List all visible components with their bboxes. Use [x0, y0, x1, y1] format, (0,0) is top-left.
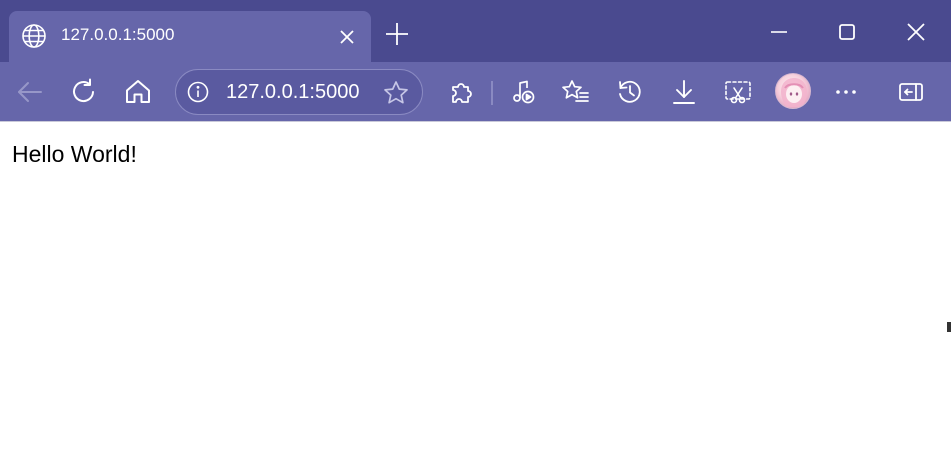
browser-tab[interactable]: 127.0.0.1:5000: [9, 11, 371, 62]
minimize-icon[interactable]: [761, 14, 797, 50]
refresh-icon[interactable]: [69, 77, 99, 107]
address-bar[interactable]: 127.0.0.1:5000: [175, 69, 423, 115]
page-text: Hello World!: [12, 141, 137, 167]
favorites-list-icon[interactable]: [561, 77, 591, 107]
tab-title: 127.0.0.1:5000: [61, 25, 175, 44]
extensions-icon[interactable]: [447, 77, 477, 107]
url-text[interactable]: 127.0.0.1:5000: [226, 81, 359, 104]
close-icon[interactable]: [335, 25, 359, 49]
toolbar-divider: [491, 81, 493, 105]
more-menu-icon[interactable]: [831, 77, 861, 107]
history-icon[interactable]: [615, 77, 645, 107]
info-icon[interactable]: [186, 80, 210, 104]
new-tab-button[interactable]: [383, 20, 411, 48]
window-close-icon[interactable]: [898, 14, 934, 50]
edge-marker: [947, 322, 951, 332]
sidebar-icon[interactable]: [896, 77, 926, 107]
title-bar: 127.0.0.1:5000: [0, 0, 951, 62]
browser-toolbar: 127.0.0.1:5000: [0, 62, 951, 122]
globe-icon: [21, 23, 47, 49]
star-icon[interactable]: [382, 79, 410, 107]
page-content: Hello World!: [0, 122, 951, 476]
back-arrow-icon[interactable]: [15, 77, 45, 107]
browser-window: 127.0.0.1:5000 127.0.0.1:5000 Hello Worl…: [0, 0, 951, 476]
media-control-icon[interactable]: [508, 77, 538, 107]
screenshot-icon[interactable]: [723, 77, 753, 107]
profile-avatar[interactable]: [775, 73, 811, 109]
download-icon[interactable]: [669, 77, 699, 107]
maximize-icon[interactable]: [829, 14, 865, 50]
home-icon[interactable]: [123, 77, 153, 107]
